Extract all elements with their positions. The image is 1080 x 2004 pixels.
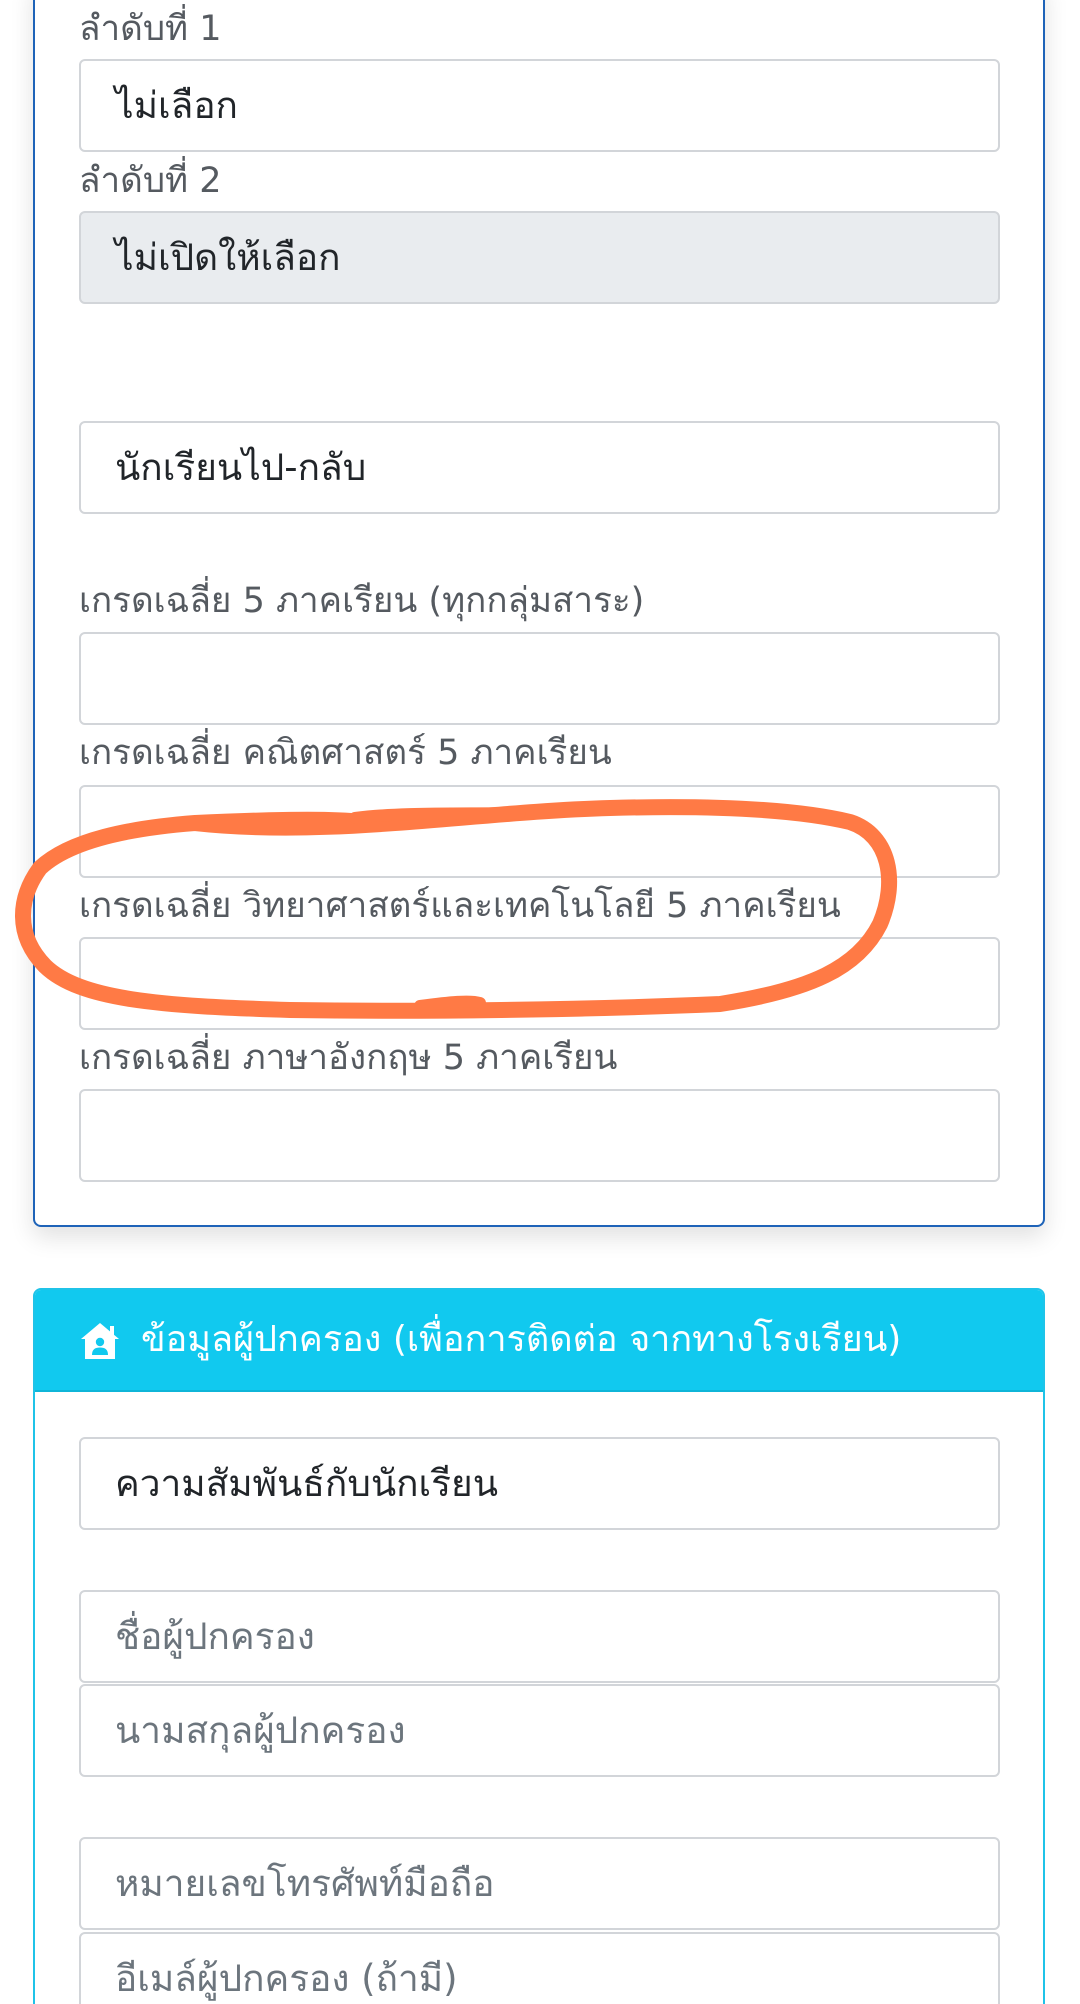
transport-select[interactable]: นักเรียนไป-กลับ bbox=[79, 421, 1000, 514]
rank2-label: ลำดับที่ 2 bbox=[79, 161, 222, 201]
guardian-phone-input[interactable] bbox=[79, 1837, 1000, 1930]
guardian-firstname-input[interactable] bbox=[79, 1590, 1000, 1683]
house-user-icon bbox=[81, 1323, 119, 1359]
relationship-select[interactable]: ความสัมพันธ์กับนักเรียน bbox=[79, 1437, 1000, 1530]
rank2-select: ไม่เปิดให้เลือก bbox=[79, 211, 1000, 304]
gpa-all-input[interactable] bbox=[79, 632, 1000, 725]
gpa-science-input[interactable] bbox=[79, 937, 1000, 1030]
gpa-math-label: เกรดเฉลี่ย คณิตศาสตร์ 5 ภาคเรียน bbox=[79, 733, 612, 773]
gpa-all-label: เกรดเฉลี่ย 5 ภาคเรียน (ทุกกลุ่มสาระ) bbox=[79, 581, 645, 621]
guardian-card-title: ข้อมูลผู้ปกครอง (เพื่อการติดต่อ จากทางโร… bbox=[141, 1319, 902, 1360]
rank1-select[interactable]: ไม่เลือก bbox=[79, 59, 1000, 152]
guardian-card-header: ข้อมูลผู้ปกครอง (เพื่อการติดต่อ จากทางโร… bbox=[35, 1290, 1043, 1392]
page: ลำดับที่ 1 ไม่เลือก ลำดับที่ 2 ไม่เปิดให… bbox=[0, 0, 1080, 2004]
gpa-math-input[interactable] bbox=[79, 785, 1000, 878]
guardian-email-input[interactable] bbox=[79, 1932, 1000, 2004]
gpa-science-label: เกรดเฉลี่ย วิทยาศาสตร์และเทคโนโลยี 5 ภาค… bbox=[79, 886, 841, 926]
gpa-english-label: เกรดเฉลี่ย ภาษาอังกฤษ 5 ภาคเรียน bbox=[79, 1038, 618, 1078]
rank1-label: ลำดับที่ 1 bbox=[79, 9, 222, 49]
gpa-english-input[interactable] bbox=[79, 1089, 1000, 1182]
guardian-lastname-input[interactable] bbox=[79, 1684, 1000, 1777]
